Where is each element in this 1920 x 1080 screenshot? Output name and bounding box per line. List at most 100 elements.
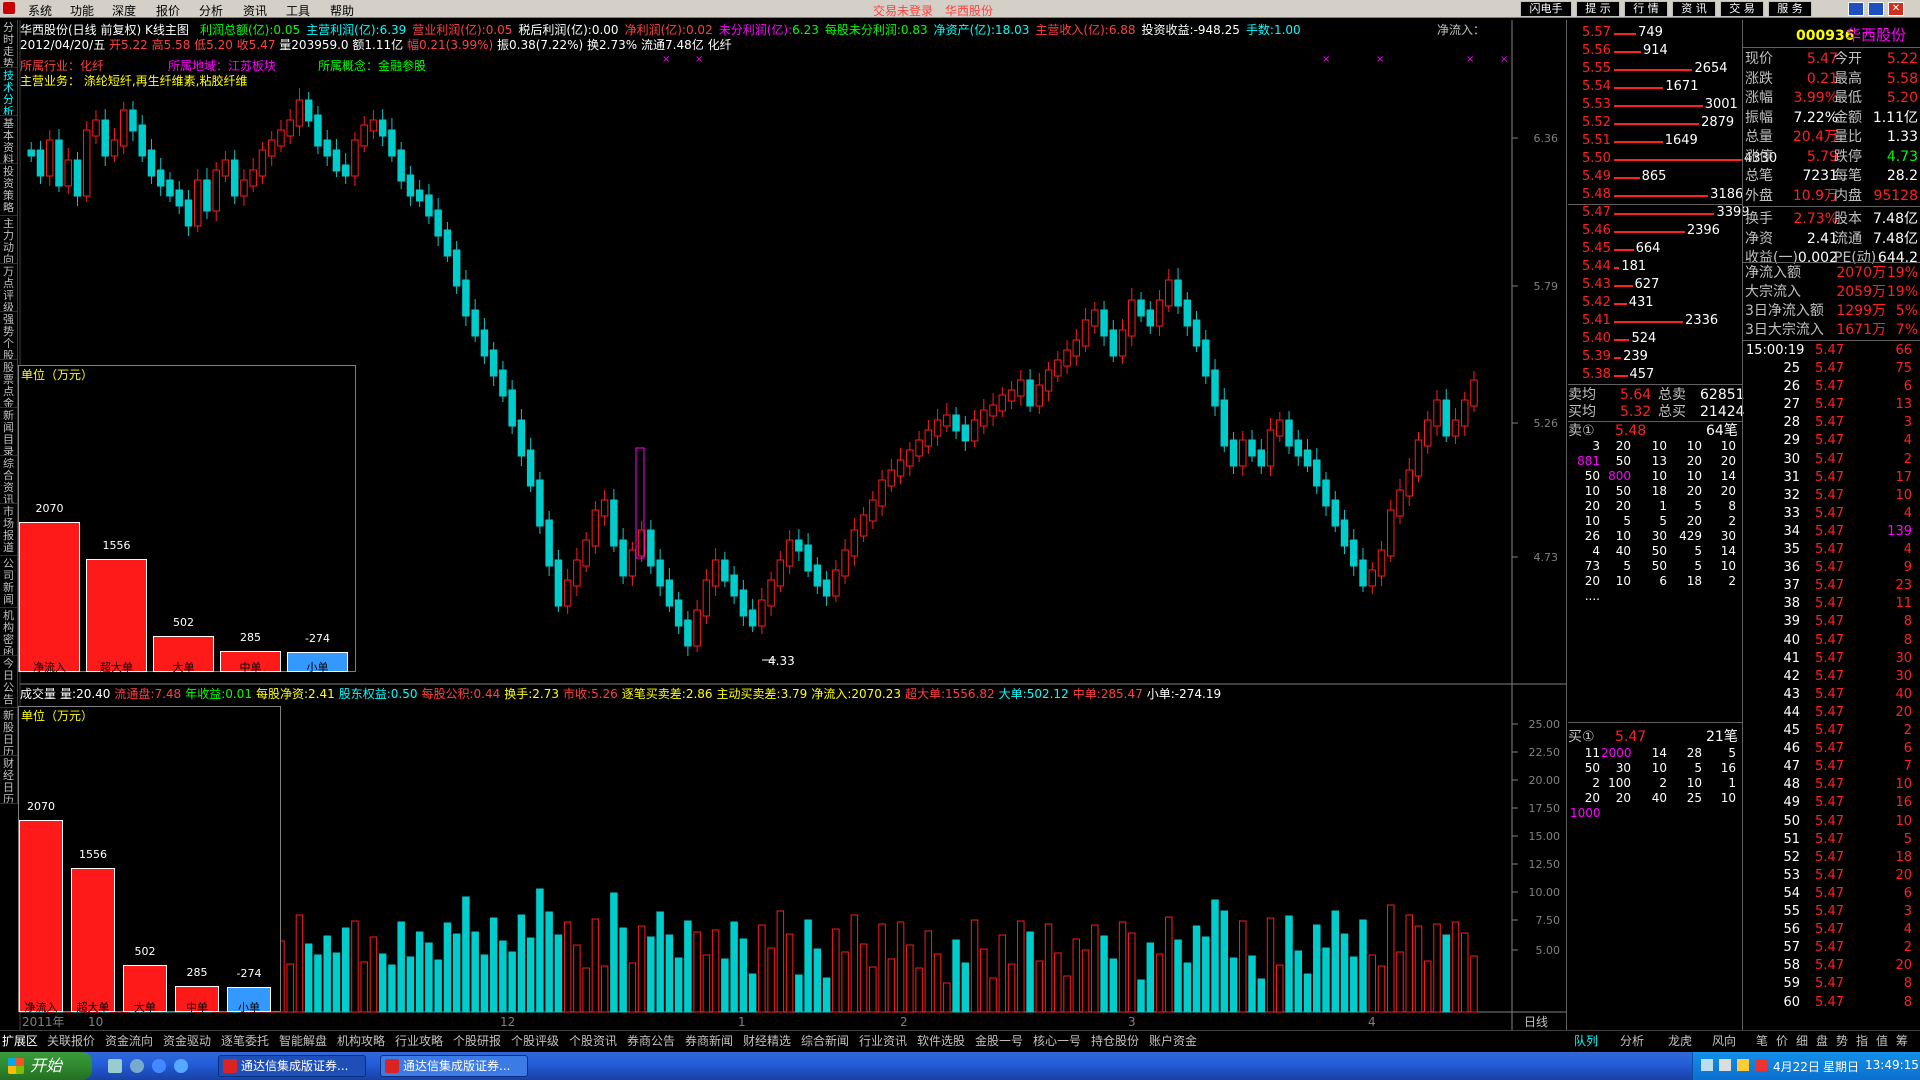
bottom-tab-15[interactable]: 行业资讯 — [859, 1034, 907, 1048]
tips-button[interactable]: 提 示 — [1576, 1, 1620, 17]
order-price-0[interactable]: 5.57 — [1582, 26, 1611, 40]
close-icon[interactable]: ✕ — [1888, 2, 1904, 16]
bottom-tab-1[interactable]: 关联报价 — [47, 1034, 95, 1048]
volume-bar-126 — [1192, 925, 1201, 1013]
order-price-3[interactable]: 5.54 — [1582, 80, 1611, 94]
volume-bar-48 — [471, 931, 479, 1013]
buy-queue-1-0: 50 — [1584, 761, 1600, 775]
order-price-4[interactable]: 5.53 — [1582, 98, 1611, 112]
quicklaunch-browser-icon[interactable] — [174, 1059, 188, 1073]
right-tab-4[interactable]: 笔 — [1756, 1034, 1768, 1048]
taskbar-app-2[interactable]: 通达信集成版证券... — [380, 1055, 528, 1077]
minimize-icon[interactable] — [1848, 2, 1864, 16]
right-tab-3[interactable]: 风向 — [1712, 1034, 1736, 1048]
event-marker-icon-0[interactable]: × — [662, 54, 670, 65]
order-price-14[interactable]: 5.43 — [1582, 278, 1611, 292]
order-qty-12: 664 — [1635, 241, 1661, 256]
service-button[interactable]: 服 务 — [1768, 1, 1812, 17]
bottom-tab-8[interactable]: 个股研报 — [453, 1034, 501, 1048]
bottom-tab-6[interactable]: 机构攻略 — [337, 1034, 385, 1048]
order-price-1[interactable]: 5.56 — [1582, 44, 1611, 58]
bottom-tab-14[interactable]: 综合新闻 — [801, 1034, 849, 1048]
bottom-tab-17[interactable]: 金股一号 — [975, 1034, 1023, 1048]
right-tab-7[interactable]: 盘 — [1816, 1034, 1828, 1048]
bottom-tab-20[interactable]: 账户资金 — [1149, 1034, 1197, 1048]
bottom-tab-16[interactable]: 软件选股 — [917, 1034, 965, 1048]
right-tab-11[interactable]: 筹 — [1896, 1034, 1908, 1048]
quicklaunch-media-icon[interactable] — [130, 1059, 144, 1073]
quicklaunch-ie-icon[interactable] — [152, 1059, 166, 1073]
order-price-19[interactable]: 5.38 — [1582, 368, 1611, 382]
order-price-8[interactable]: 5.49 — [1582, 170, 1611, 184]
quicklaunch-desktop-icon[interactable] — [108, 1059, 122, 1073]
volume-bar-121 — [1146, 942, 1155, 1013]
right-tab-2[interactable]: 龙虎 — [1668, 1034, 1692, 1048]
bottom-tab-13[interactable]: 财经精选 — [743, 1034, 791, 1048]
right-tab-10[interactable]: 值 — [1876, 1034, 1888, 1048]
start-button[interactable]: 开始 — [0, 1052, 92, 1080]
tick-price-13: 5.47 — [1815, 596, 1844, 612]
sell-queue-4-2: 1 — [1659, 499, 1667, 513]
tick-price-32: 5.47 — [1815, 940, 1844, 956]
right-tab-8[interactable]: 势 — [1836, 1034, 1848, 1048]
bottom-tab-11[interactable]: 券商公告 — [627, 1034, 675, 1048]
bottom-tab-19[interactable]: 持仓股份 — [1091, 1034, 1139, 1048]
order-price-16[interactable]: 5.41 — [1582, 314, 1611, 328]
tick-min-33: 58 — [1783, 958, 1800, 974]
bottom-tab-10[interactable]: 个股资讯 — [569, 1034, 617, 1048]
tray-volume-icon[interactable] — [1719, 1059, 1731, 1071]
vol-val-15: -274.19 — [1174, 687, 1222, 701]
candle-body-142 — [1340, 519, 1349, 547]
buy-queue-2-0: 2 — [1592, 776, 1600, 790]
right-tab-6[interactable]: 细 — [1796, 1034, 1808, 1048]
order-price-9[interactable]: 5.48 — [1582, 188, 1611, 202]
order-price-15[interactable]: 5.42 — [1582, 296, 1611, 310]
event-marker-icon-4[interactable]: × — [1466, 54, 1474, 65]
event-marker-icon-5[interactable]: × — [1500, 54, 1508, 65]
order-price-5[interactable]: 5.52 — [1582, 116, 1611, 130]
order-price-7[interactable]: 5.50 — [1582, 152, 1611, 166]
bottom-tab-12[interactable]: 券商新闻 — [685, 1034, 733, 1048]
bottom-tab-7[interactable]: 行业攻略 — [395, 1034, 443, 1048]
volume-bar-117 — [1109, 958, 1118, 1013]
candle-body-50 — [489, 349, 498, 377]
market-button[interactable]: 行 情 — [1624, 1, 1668, 17]
candle-body-27 — [277, 129, 285, 147]
order-price-11[interactable]: 5.46 — [1582, 224, 1611, 238]
volume-bar-137 — [1294, 950, 1303, 1013]
order-price-2[interactable]: 5.55 — [1582, 62, 1611, 76]
bottom-tab-4[interactable]: 逐笔委托 — [221, 1034, 269, 1048]
candle-body-146 — [1377, 549, 1386, 577]
bottom-tab-3[interactable]: 资金驱动 — [163, 1034, 211, 1048]
right-tab-1[interactable]: 分析 — [1620, 1034, 1644, 1048]
tray-app-icon[interactable] — [1755, 1059, 1767, 1071]
order-price-10[interactable]: 5.47 — [1582, 206, 1611, 220]
order-price-17[interactable]: 5.40 — [1582, 332, 1611, 346]
order-price-13[interactable]: 5.44 — [1582, 260, 1611, 274]
tray-ime-icon[interactable] — [1737, 1059, 1749, 1071]
bottom-tab-18[interactable]: 核心一号 — [1033, 1034, 1081, 1048]
bottom-tab-9[interactable]: 个股评级 — [511, 1034, 559, 1048]
bottom-tab-2[interactable]: 资金流向 — [105, 1034, 153, 1048]
trade-button[interactable]: 交 易 — [1720, 1, 1764, 17]
sell-queue-7-1: 40 — [1615, 544, 1631, 558]
news-button[interactable]: 资 讯 — [1672, 1, 1716, 17]
bottom-tab-5[interactable]: 智能解盘 — [279, 1034, 327, 1048]
tray-network-icon[interactable] — [1701, 1059, 1713, 1071]
taskbar-app-1[interactable]: 通达信集成版证券... — [218, 1055, 366, 1077]
candle-body-144 — [1359, 559, 1367, 587]
tray-clock[interactable]: 13:49:15 — [1865, 1058, 1919, 1072]
order-price-18[interactable]: 5.39 — [1582, 350, 1611, 364]
event-marker-icon-1[interactable]: × — [695, 54, 703, 65]
order-price-6[interactable]: 5.51 — [1582, 134, 1611, 148]
maximize-icon[interactable] — [1868, 2, 1884, 16]
right-tab-5[interactable]: 价 — [1776, 1034, 1788, 1048]
event-marker-icon-2[interactable]: × — [1322, 54, 1330, 65]
right-tab-9[interactable]: 指 — [1856, 1034, 1868, 1048]
order-bar-2 — [1614, 69, 1693, 71]
event-marker-icon-3[interactable]: × — [1376, 54, 1384, 65]
right-tab-0[interactable]: 队列 — [1574, 1034, 1598, 1048]
volume-bar-90 — [859, 943, 868, 1013]
bottom-tab-0[interactable]: 扩展区 — [2, 1034, 38, 1048]
order-price-12[interactable]: 5.45 — [1582, 242, 1611, 256]
